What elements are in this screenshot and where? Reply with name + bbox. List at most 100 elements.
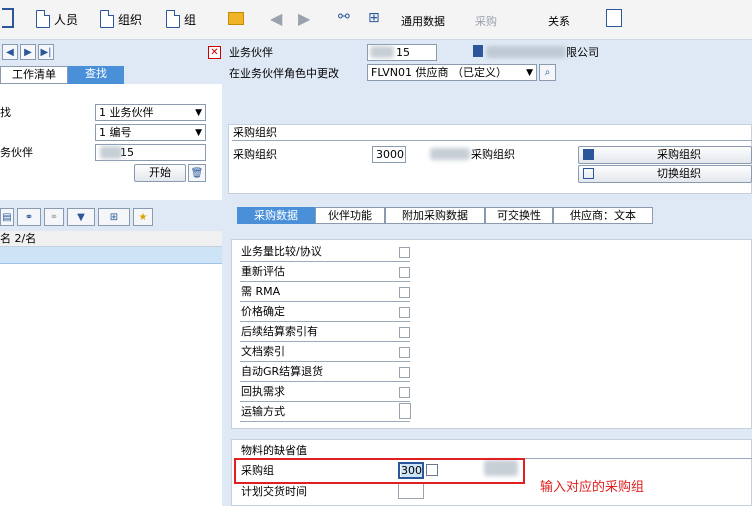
redacted-block [430, 148, 470, 160]
role-label: 在业务伙伴角色中更改 [229, 67, 339, 80]
chevron-down-icon: ▼ [526, 68, 533, 78]
divider [240, 421, 410, 422]
layout-icon[interactable]: ⊞ [98, 208, 130, 226]
porg-input[interactable]: 3000 [372, 146, 406, 163]
first-icon[interactable]: ◀ [2, 44, 18, 60]
control-row-label: 文档索引 [241, 345, 285, 358]
list-body [0, 264, 222, 506]
checkbox[interactable] [399, 367, 410, 378]
control-row-label: 业务量比较/协议 [241, 245, 322, 258]
tab-worklist[interactable]: 工作清单 [0, 66, 68, 84]
checkbox[interactable] [399, 267, 410, 278]
tab-label: 采购数据 [254, 209, 298, 222]
list-toolbar: ▤ ⚭ ⚭ ▼ ⊞ ★ [0, 204, 222, 229]
list-icon[interactable]: ▤ [0, 208, 14, 226]
checkbox[interactable] [399, 327, 410, 338]
glasses-icon[interactable]: ⚯ [338, 9, 350, 25]
tab-worklist-label: 工作清单 [12, 68, 56, 81]
control-row-label: 自动GR结算退货 [241, 365, 324, 378]
app-toolbar: 人员 组织 组 ◀ ▶ ⚯ ⊞ 通用数据 采购 关系 [0, 0, 752, 40]
tab-find-label: 查找 [85, 67, 107, 80]
by-select[interactable]: 1 编号 ▼ [95, 124, 206, 141]
porg-section-title: 采购组织 [233, 126, 277, 139]
redacted-block [100, 146, 122, 159]
switch-org-label: 切换组织 [657, 167, 701, 180]
tab-purchasing-data[interactable]: 采购数据 [237, 207, 315, 224]
checkbox[interactable] [399, 247, 410, 258]
bp-label: 业务伙伴 [229, 46, 273, 59]
porg-label: 采购组织 [233, 148, 277, 161]
play-icon[interactable]: ▶ [20, 44, 36, 60]
divider [240, 261, 410, 262]
checkbox[interactable] [399, 287, 410, 298]
checkbox[interactable] [399, 347, 410, 358]
divider [240, 401, 410, 402]
bp-value: 15 [396, 46, 410, 59]
delivery-time-input[interactable] [398, 483, 424, 499]
forward-arrow-icon[interactable]: ▶ [298, 9, 310, 28]
tab-additional-purchasing[interactable]: 附加采购数据 [385, 207, 485, 224]
person-icon [473, 45, 483, 57]
search-icon[interactable]: ⌕ [539, 64, 556, 81]
defaults-section-title: 物料的缺省值 [241, 444, 307, 457]
porg-button[interactable]: 采购组织 [578, 146, 752, 164]
left-pane: ◀ ▶ ▶| 工作清单 查找 找 1 业务伙伴 ▼ 1 编号 ▼ 务伙伴 15 开始… [0, 44, 222, 506]
group-label: 组 [184, 12, 197, 27]
shipping-mode-input[interactable] [399, 403, 411, 419]
group-button[interactable]: 组 [166, 10, 196, 28]
relations-button[interactable]: 关系 [548, 13, 570, 29]
control-row-label: 需 RMA [241, 285, 281, 298]
last-icon[interactable]: ▶| [38, 44, 54, 60]
porg-description: 采购组织 [471, 148, 515, 161]
org-button[interactable]: 组织 [100, 10, 142, 28]
find-by-value: 1 业务伙伴 [99, 106, 154, 119]
control-row-label: 回执需求 [241, 385, 285, 398]
tab-partner-functions[interactable]: 伙伴功能 [315, 207, 385, 224]
favorite-icon[interactable]: ★ [133, 208, 153, 226]
tab-label: 伙伴功能 [328, 209, 372, 222]
tab-find[interactable]: 查找 [68, 66, 124, 84]
chevron-down-icon: ▼ [195, 108, 202, 118]
general-data-button[interactable]: 通用数据 [401, 13, 445, 29]
checkbox[interactable] [399, 387, 410, 398]
details-icon[interactable] [606, 9, 622, 27]
divider [240, 301, 410, 302]
redacted-block [486, 46, 566, 58]
divider [232, 140, 752, 141]
person-label: 人员 [54, 12, 79, 27]
find-panel: 找 1 业务伙伴 ▼ 1 编号 ▼ 务伙伴 15 开始 🗑 [0, 84, 222, 200]
binoculars-next-icon[interactable]: ⚭ [44, 208, 64, 226]
close-icon[interactable]: ✕ [208, 46, 221, 59]
role-select[interactable]: FLVN01 供应商 （已定义） ▼ [367, 64, 537, 81]
trash-icon[interactable]: 🗑 [188, 164, 206, 182]
divider [240, 361, 410, 362]
switch-org-button[interactable]: 切换组织 [578, 165, 752, 183]
menu-icon[interactable] [2, 8, 14, 28]
control-row-label: 重新评估 [241, 265, 285, 278]
purchasing-button[interactable]: 采购 [475, 13, 497, 29]
back-arrow-icon[interactable]: ◀ [270, 9, 282, 28]
list-header-label: 名 2/名 [0, 232, 37, 245]
find-by-select[interactable]: 1 业务伙伴 ▼ [95, 104, 206, 121]
binoculars-icon[interactable]: ⚭ [17, 208, 41, 226]
tab-vendor-text[interactable]: 供应商：文本 [553, 207, 653, 224]
bp-company-name: 限公司 [566, 46, 599, 59]
person-button[interactable]: 人员 [36, 10, 78, 28]
divider [240, 281, 410, 282]
divider [240, 321, 410, 322]
filter-icon[interactable]: ▼ [67, 208, 95, 226]
start-button[interactable]: 开始 [134, 164, 186, 182]
table-row[interactable] [0, 247, 222, 264]
hierarchy-icon[interactable]: ⊞ [368, 10, 380, 26]
start-button-label: 开始 [149, 166, 171, 179]
redacted-block [370, 46, 394, 58]
folder-icon[interactable] [228, 12, 244, 25]
by-value: 1 编号 [99, 126, 132, 139]
checkbox[interactable] [399, 307, 410, 318]
new-doc-icon [36, 10, 50, 28]
org-icon [583, 149, 594, 160]
list-header: 名 2/名 [0, 231, 222, 247]
tab-interchangeability[interactable]: 可交换性 [485, 207, 553, 224]
tab-label: 可交换性 [497, 209, 541, 222]
porg-button-label: 采购组织 [657, 148, 701, 161]
